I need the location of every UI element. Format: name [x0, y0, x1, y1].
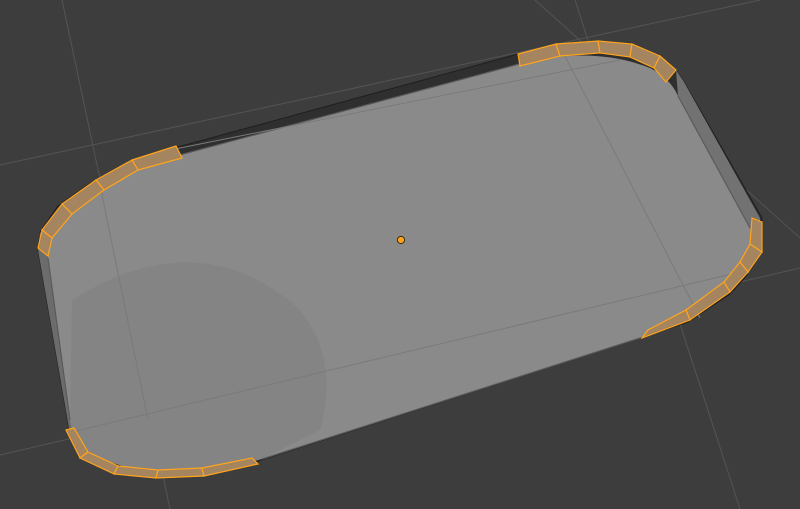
viewport-scene[interactable]: [0, 0, 800, 509]
selected-face[interactable]: [555, 40, 601, 57]
selected-face[interactable]: [155, 467, 205, 479]
3d-viewport[interactable]: [0, 0, 800, 509]
object-origin-dot-icon[interactable]: [396, 235, 406, 245]
